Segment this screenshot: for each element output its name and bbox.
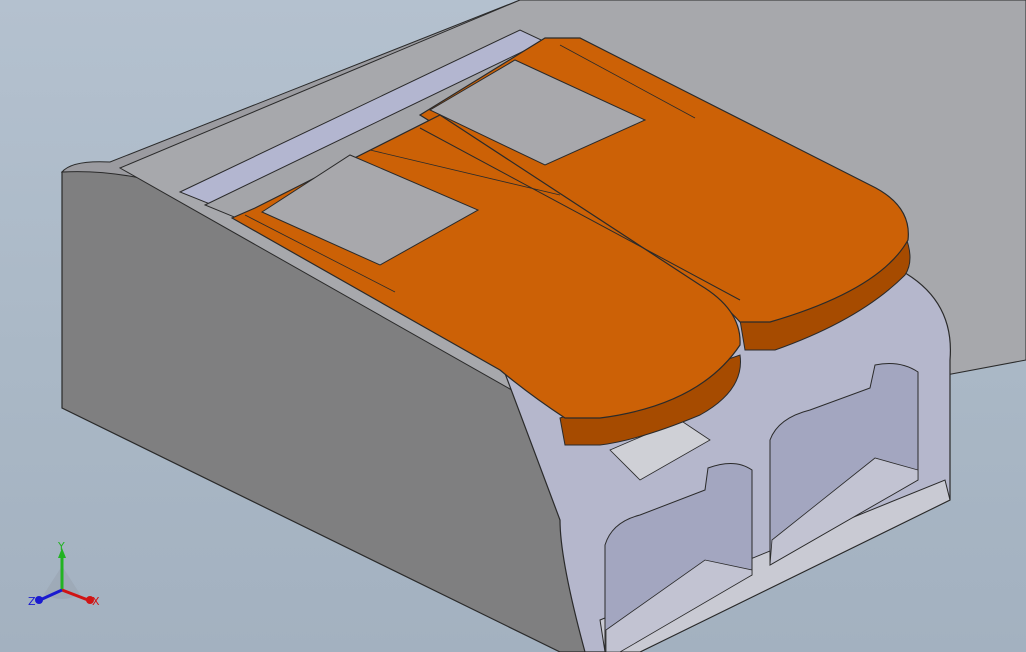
- x-axis-label: X: [92, 595, 100, 608]
- z-axis-label: Z: [28, 595, 36, 608]
- connector-model[interactable]: [0, 0, 1026, 652]
- cad-viewport[interactable]: Y X Z: [0, 0, 1026, 652]
- z-axis-end-icon: [35, 596, 43, 604]
- y-axis-label: Y: [57, 540, 65, 553]
- axis-triad: Y X Z: [28, 540, 100, 608]
